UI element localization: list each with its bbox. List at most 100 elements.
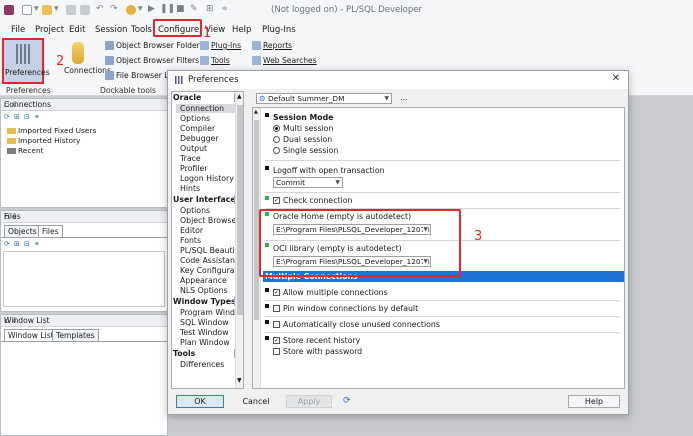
dual-session-radio[interactable] [273, 136, 280, 143]
single-session-radio[interactable] [273, 147, 280, 154]
pin-window-label: Pin window connections by default [283, 304, 419, 313]
logoff-select[interactable]: Commit ▼ [273, 177, 343, 188]
connections-panel-header: Connections ▫ ⇩ [1, 99, 167, 111]
category-item-differences[interactable]: Differences [180, 360, 224, 369]
ok-button[interactable]: OK [176, 395, 224, 408]
single-session-label: Single session [283, 146, 339, 155]
menu-help[interactable]: Help [232, 25, 251, 35]
connect-icon[interactable]: ⚭ [34, 240, 40, 248]
allow-multiple-checkbox[interactable]: ✓ [273, 289, 280, 296]
plug-ins-button[interactable]: Plug-Ins [211, 41, 241, 50]
tools-button[interactable]: Tools [211, 56, 230, 65]
refresh-icon[interactable]: ⟳ [4, 113, 10, 121]
connections-button[interactable]: Connections [64, 40, 111, 84]
menu-project[interactable]: Project [35, 25, 64, 35]
files-list-area[interactable] [3, 251, 165, 307]
database-icon [72, 42, 84, 64]
category-item-output[interactable]: Output [180, 144, 207, 153]
collapse-all-icon[interactable]: ⊟ [24, 240, 30, 248]
category-scrollbar-thumb[interactable] [237, 105, 243, 315]
tree-item-imported-fixed-users[interactable]: Imported Fixed Users [7, 126, 96, 135]
tree-item-imported-history[interactable]: Imported History [7, 136, 80, 145]
tab-window-list[interactable]: Window List [4, 329, 58, 341]
category-item-hints[interactable]: Hints [180, 184, 200, 193]
expand-all-icon[interactable]: ⊞ [14, 240, 20, 248]
category-item-connection[interactable]: Connection [176, 104, 238, 113]
category-header-tools[interactable]: Tools ▼ [173, 349, 243, 359]
category-item-appearance[interactable]: Appearance [180, 276, 227, 285]
scroll-down-icon[interactable]: ▼ [237, 377, 242, 384]
store-history-checkbox[interactable]: ✓ [273, 337, 280, 344]
category-item-options[interactable]: Options [180, 114, 210, 123]
pin-window-checkbox[interactable] [273, 305, 280, 312]
category-item-editor[interactable]: Editor [180, 226, 203, 235]
menu-session[interactable]: Session [95, 25, 127, 35]
category-scrollbar[interactable]: ▲ ▼ [235, 92, 243, 388]
pin-icon[interactable]: ▫ ⇩ [4, 316, 163, 325]
category-header-window-types[interactable]: Window Types ▼ [173, 297, 243, 307]
object-browser-filters-button[interactable]: Object Browser Filters [116, 56, 199, 65]
category-item-test-window[interactable]: Test Window [180, 328, 229, 337]
store-history-label: Store recent history [283, 336, 361, 345]
collapse-all-icon[interactable]: ⊟ [24, 113, 30, 121]
category-header-user-interface[interactable]: User Interface ▼ [173, 195, 243, 205]
profile-more-button[interactable]: ... [400, 93, 407, 102]
category-item-nls-options[interactable]: NLS Options [180, 286, 228, 295]
preferences-button[interactable]: Preferences [2, 38, 50, 84]
reports-button[interactable]: Reports [263, 41, 292, 50]
tab-templates[interactable]: Templates [52, 329, 99, 341]
expand-all-icon[interactable]: ⊞ [14, 113, 20, 121]
category-item-compiler[interactable]: Compiler [180, 124, 215, 133]
close-icon[interactable]: ✕ [612, 73, 620, 84]
category-item-debugger[interactable]: Debugger [180, 134, 219, 143]
scroll-up-icon[interactable]: ▲ [254, 109, 258, 115]
apply-button[interactable]: Apply [286, 395, 332, 408]
pin-icon[interactable]: ▫ ⇩ [4, 100, 163, 109]
refresh-icon[interactable]: ⟳ [4, 240, 10, 248]
category-item-profiler[interactable]: Profiler [180, 164, 207, 173]
tab-objects[interactable]: Objects [4, 225, 41, 237]
category-header-oracle[interactable]: Oracle ▼ [173, 93, 243, 103]
help-button[interactable]: Help [568, 395, 620, 408]
chevron-down-icon: ▼ [335, 179, 340, 186]
menu-tools[interactable]: Tools [131, 25, 152, 35]
category-item-ui-options[interactable]: Options [180, 206, 210, 215]
check-connection-checkbox[interactable]: ✓ [273, 197, 280, 204]
category-item-plan-window[interactable]: Plan Window [180, 338, 230, 347]
category-item-sql-window[interactable]: SQL Window [180, 318, 229, 327]
menu-file[interactable]: File [11, 25, 25, 35]
connect-icon[interactable]: ⚭ [34, 113, 40, 121]
web-searches-button[interactable]: Web Searches [263, 56, 317, 65]
divider [265, 316, 620, 317]
refresh-icon[interactable]: ⟳ [343, 396, 351, 406]
section-marker [265, 288, 269, 292]
category-item-fonts[interactable]: Fonts [180, 236, 201, 245]
scroll-up-icon[interactable]: ▲ [237, 93, 242, 100]
category-item-code-assistant[interactable]: Code Assistant [180, 256, 238, 265]
cancel-button[interactable]: Cancel [228, 395, 284, 408]
files-panel-header: Files ▫ ⇩ [1, 211, 167, 223]
divider [265, 160, 620, 161]
menu-edit[interactable]: Edit [69, 25, 85, 35]
section-marker [265, 113, 269, 117]
category-list: Oracle ▼ Connection Options Compiler Deb… [171, 91, 244, 389]
auto-close-checkbox[interactable] [273, 321, 280, 328]
multi-session-radio[interactable] [273, 125, 280, 132]
multi-session-label: Multi session [283, 124, 334, 133]
pin-icon[interactable]: ▫ ⇩ [4, 212, 163, 221]
store-password-checkbox[interactable] [273, 348, 280, 355]
category-item-trace[interactable]: Trace [180, 154, 201, 163]
tree-item-recent[interactable]: Recent [7, 146, 44, 155]
profile-select[interactable]: ⚙ Default Summer_DM ▼ [256, 93, 392, 104]
title-bar: ▾ ▾ ↶ ↷ ▾ ▶ ❚❚ ■ ✎ ⊞ ⩧ (Not logged on) -… [0, 0, 693, 22]
menu-plug-ins[interactable]: Plug-Ins [262, 25, 296, 35]
preferences-icon [16, 44, 30, 64]
object-browser-folders-button[interactable]: Object Browser Folders [116, 41, 204, 50]
allow-multiple-label: Allow multiple connections [283, 288, 388, 297]
category-item-logon-history[interactable]: Logon History [180, 174, 234, 183]
window-title: (Not logged on) - PL/SQL Developer [271, 5, 422, 15]
tab-files[interactable]: Files [38, 225, 63, 237]
check-connection-label: Check connection [283, 196, 353, 205]
category-item-object-browser[interactable]: Object Browser [180, 216, 239, 225]
auto-close-label: Automatically close unused connections [283, 320, 440, 329]
